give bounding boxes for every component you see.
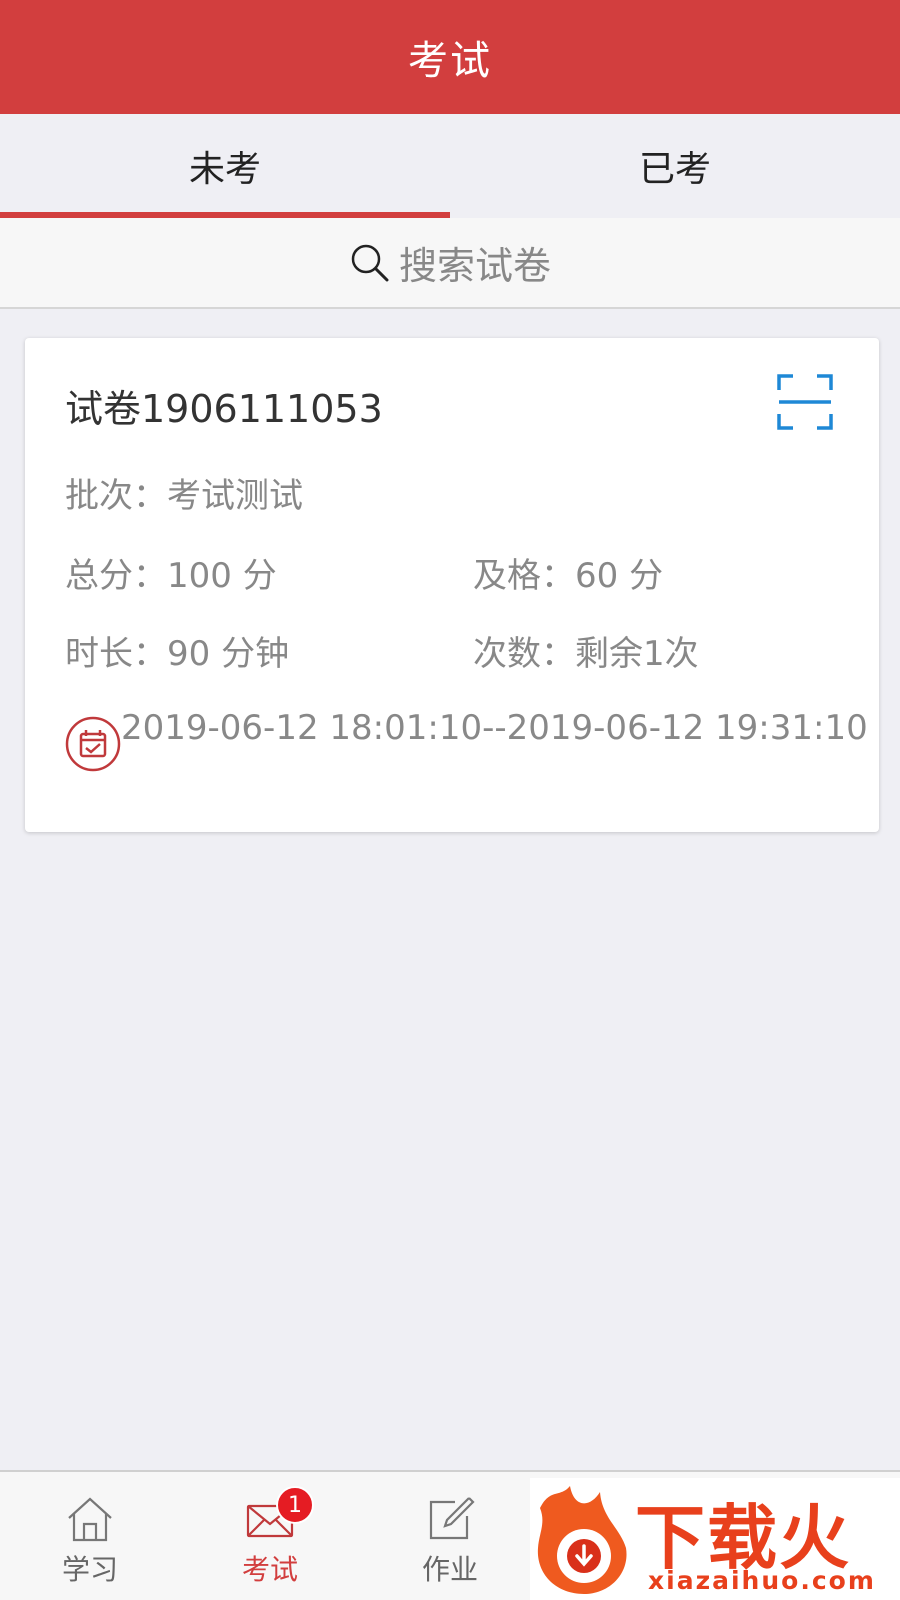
nav-item-study[interactable]: 学习: [0, 1472, 180, 1600]
search-input[interactable]: 搜索试卷: [0, 218, 900, 309]
scan-icon[interactable]: [777, 374, 833, 430]
nav-label: 作业: [421, 1553, 478, 1586]
calendar-check-icon: [65, 716, 121, 772]
exam-card[interactable]: 试卷1906111053 批次：考试测试 总分：100 分 及格：60 分 时长…: [25, 338, 879, 832]
exam-time-range: 2019-06-12 18:01:10--2019-06-12 19:31:10: [121, 708, 868, 748]
nav-label: 考试: [241, 1553, 298, 1586]
home-icon: [65, 1494, 115, 1544]
edit-icon: [425, 1494, 475, 1544]
exam-total-score: 总分：100 分: [65, 556, 277, 596]
nav-item-homework[interactable]: 作业: [360, 1472, 540, 1600]
watermark-logo: 下载火 xiazaihuo.com: [530, 1478, 900, 1600]
tab-label: 未考: [188, 149, 261, 190]
tab-label: 已考: [638, 149, 711, 190]
tab-not-taken[interactable]: 未考: [0, 114, 450, 218]
exam-attempts: 次数：剩余1次: [473, 634, 699, 674]
exam-tabs: 未考 已考: [0, 114, 900, 218]
flame-logo-icon: [537, 1486, 627, 1594]
exam-pass-score: 及格：60 分: [473, 556, 664, 596]
search-icon: [349, 242, 391, 284]
exam-batch: 批次：考试测试: [65, 476, 303, 516]
nav-label: 学习: [61, 1553, 118, 1586]
nav-item-exam[interactable]: 1 考试: [180, 1472, 360, 1600]
watermark-url: xiazaihuo.com: [648, 1566, 876, 1595]
notification-badge: 1: [276, 1486, 314, 1524]
search-placeholder: 搜索试卷: [398, 244, 551, 288]
app-header: 考试: [0, 0, 900, 114]
tab-taken[interactable]: 已考: [450, 114, 900, 218]
page-title: 考试: [408, 38, 492, 84]
exam-title: 试卷1906111053: [65, 387, 383, 431]
exam-duration: 时长：90 分钟: [65, 634, 290, 674]
